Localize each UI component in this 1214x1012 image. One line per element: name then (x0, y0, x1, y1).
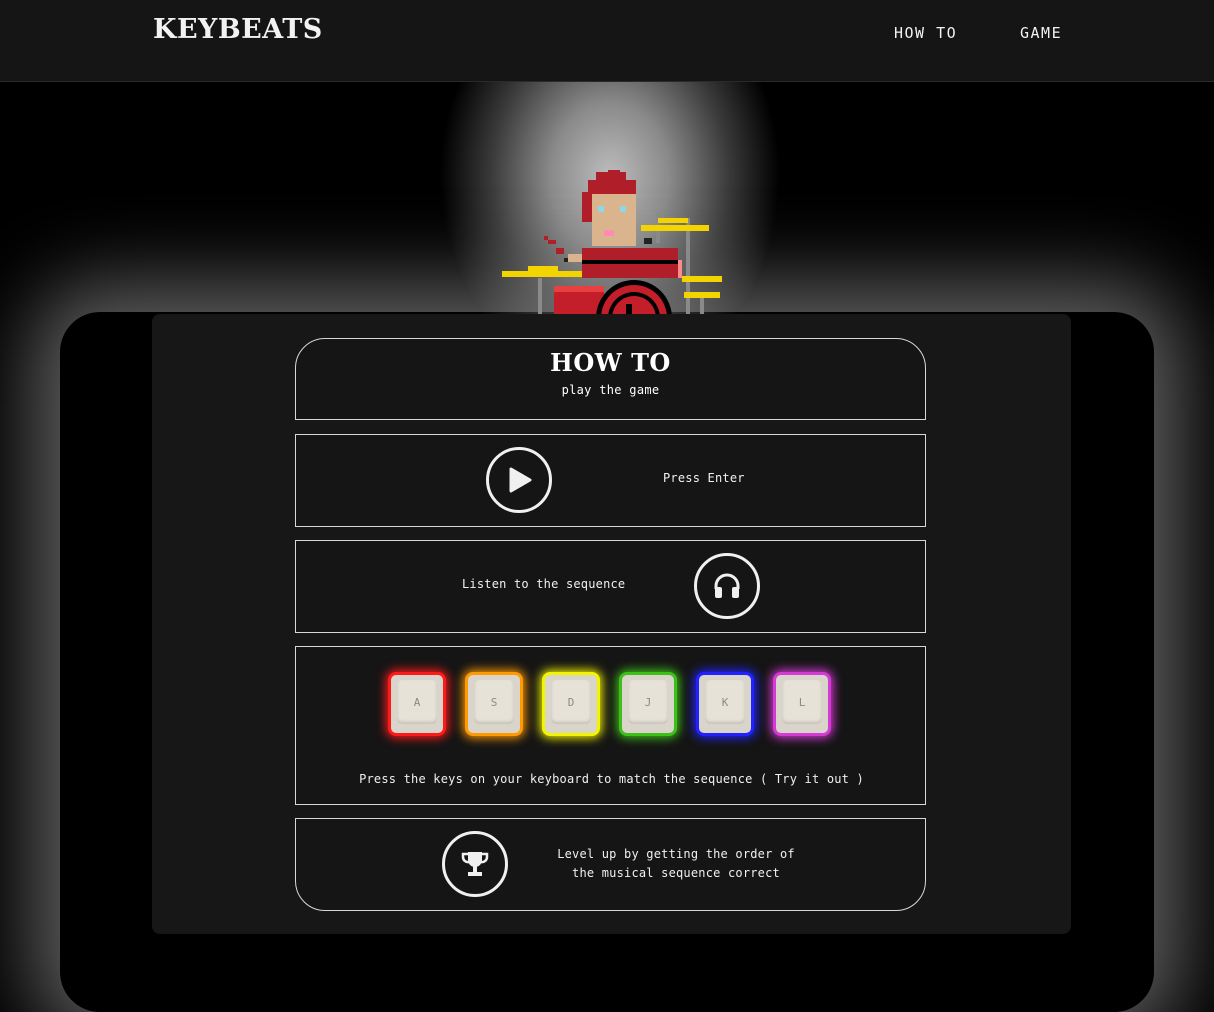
step-4-text: Level up by getting the order of the mus… (536, 845, 816, 883)
step-3-text: Press the keys on your keyboard to match… (359, 772, 864, 786)
key-j-label: J (628, 680, 668, 724)
nav-link-game[interactable]: GAME (1020, 24, 1062, 42)
key-j[interactable]: J (619, 672, 677, 736)
key-a[interactable]: A (388, 672, 446, 736)
key-d[interactable]: D (542, 672, 600, 736)
step-2-text: Listen to the sequence (462, 577, 626, 591)
headphones-icon (694, 553, 760, 619)
key-k-label: K (705, 680, 745, 724)
how-to-title: HOW TO (550, 348, 671, 377)
how-to-header: HOW TO play the game (295, 338, 926, 420)
step-1-text: Press Enter (663, 471, 745, 485)
brand-logo[interactable]: KEYBEATS (153, 14, 323, 45)
key-d-label: D (551, 680, 591, 724)
step-listen: Listen to the sequence (295, 540, 926, 633)
hero-section: HOW TO play the game Press Enter Listen … (0, 82, 1214, 934)
key-s[interactable]: S (465, 672, 523, 736)
how-to-panel: HOW TO play the game Press Enter Listen … (152, 314, 1071, 934)
step-press-enter: Press Enter (295, 434, 926, 527)
step-level-up: Level up by getting the order of the mus… (295, 818, 926, 911)
play-icon (486, 447, 552, 513)
step-4-line-1: Level up by getting the order of (557, 847, 795, 861)
top-navbar: KEYBEATS HOW TO GAME (0, 0, 1214, 82)
key-l[interactable]: L (773, 672, 831, 736)
key-k[interactable]: K (696, 672, 754, 736)
key-l-label: L (782, 680, 822, 724)
key-s-label: S (474, 680, 514, 724)
step-press-keys: A S D J K L Press the keys on your keybo… (295, 646, 926, 805)
step-4-line-2: the musical sequence correct (572, 866, 780, 880)
nav-link-how-to[interactable]: HOW TO (894, 24, 957, 42)
how-to-subtitle: play the game (561, 383, 660, 397)
trophy-icon (442, 831, 508, 897)
key-a-label: A (397, 680, 437, 724)
